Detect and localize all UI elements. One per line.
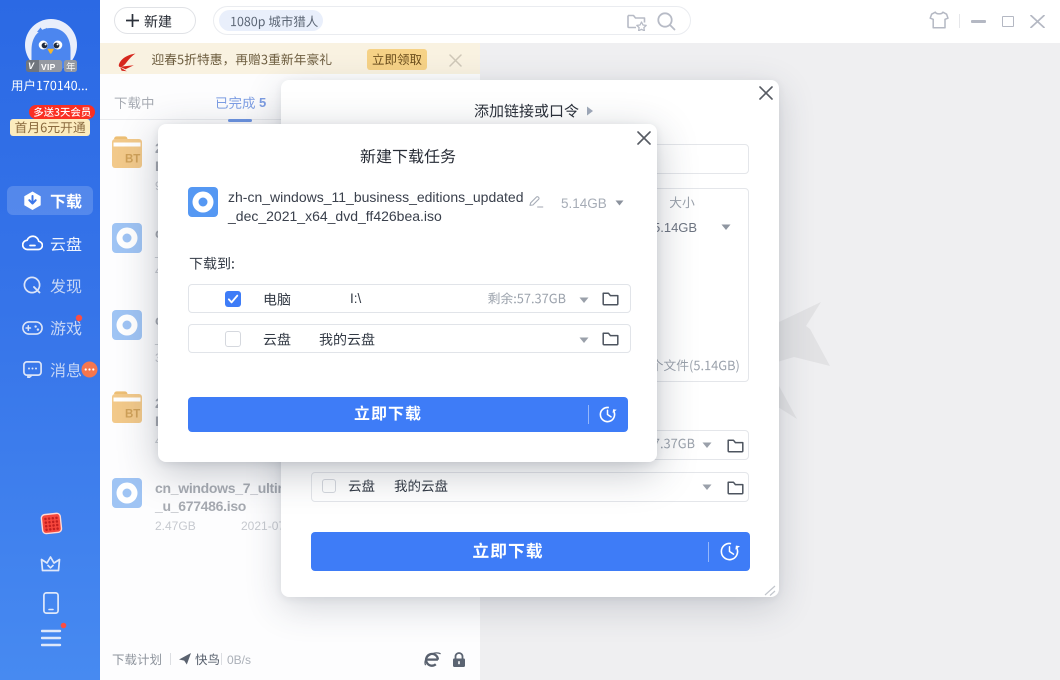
svg-text:BT: BT: [125, 154, 140, 166]
svg-text:BT: BT: [125, 409, 140, 421]
